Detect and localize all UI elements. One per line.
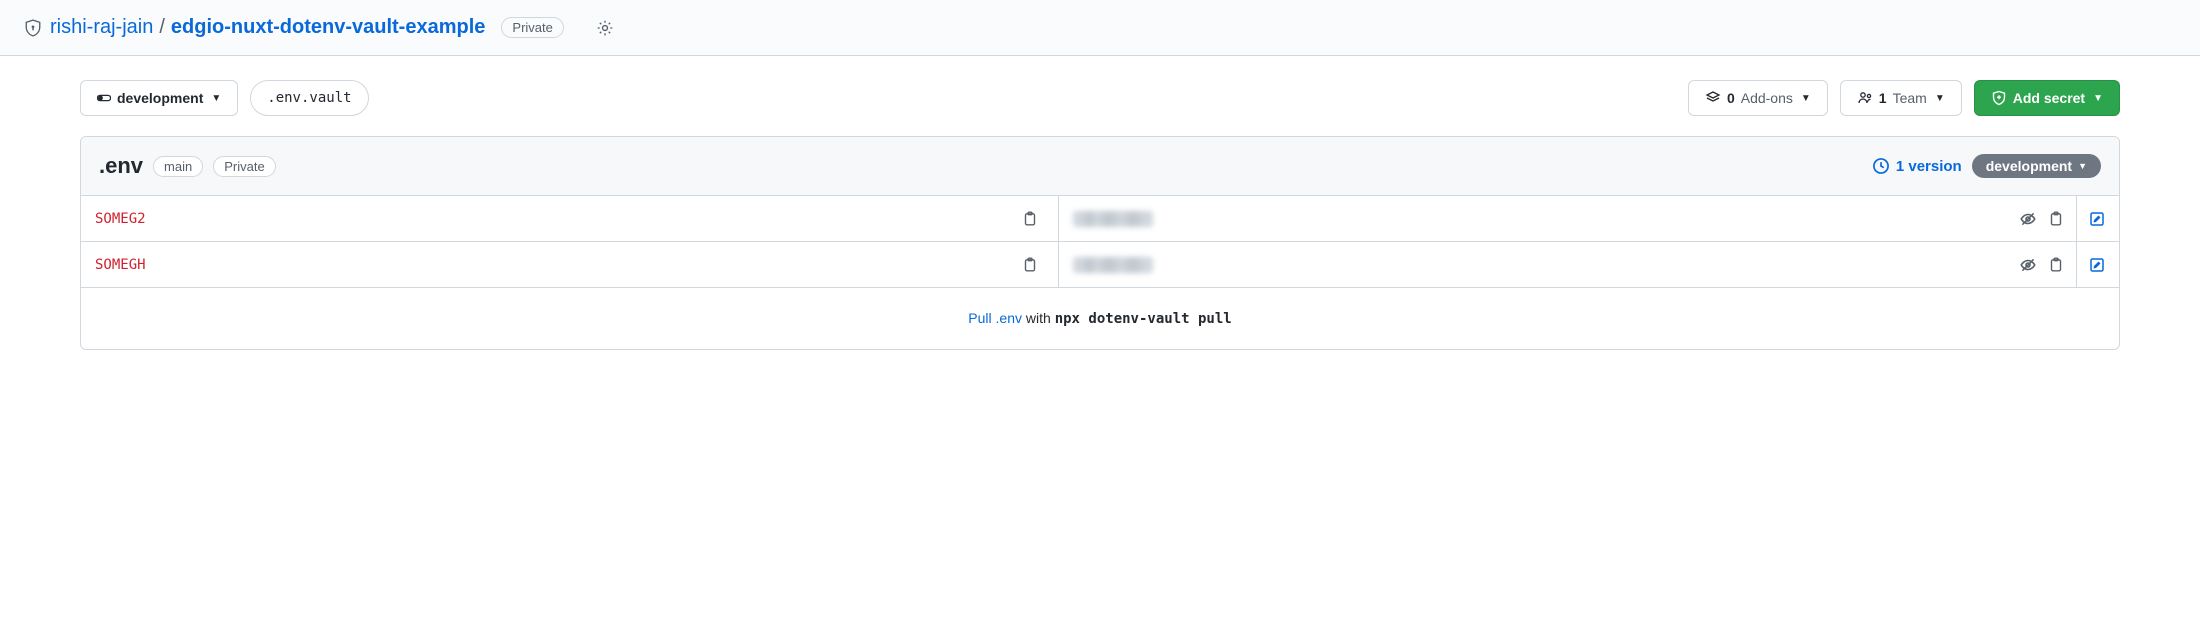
team-dropdown[interactable]: 1 Team ▼ [1840, 80, 1962, 116]
eye-off-icon [2019, 256, 2037, 274]
breadcrumb: rishi-raj-jain / edgio-nuxt-dotenv-vault… [50, 16, 485, 39]
shield-lock-icon [24, 18, 42, 38]
settings-button[interactable] [596, 19, 614, 37]
branch-pill: main [153, 156, 203, 177]
secret-key: SOMEGH [95, 257, 1016, 273]
toggle-visibility-button[interactable] [2014, 205, 2042, 233]
visibility-badge: Private [501, 17, 563, 38]
secret-value-hidden [1073, 211, 1153, 227]
environment-chip[interactable]: development ▼ [1972, 154, 2101, 178]
breadcrumb-separator: / [159, 16, 165, 39]
environment-dropdown[interactable]: development ▼ [80, 80, 238, 116]
repo-link[interactable]: edgio-nuxt-dotenv-vault-example [171, 16, 485, 39]
edit-icon [2089, 211, 2105, 227]
toggle-visibility-button[interactable] [2014, 251, 2042, 279]
chevron-down-icon: ▼ [2078, 161, 2087, 171]
pull-command: npx dotenv-vault pull [1055, 311, 1232, 327]
copy-value-button[interactable] [2042, 251, 2070, 279]
chevron-down-icon: ▼ [2093, 93, 2103, 104]
clipboard-icon [2048, 257, 2064, 273]
secret-row: SOMEGH [81, 242, 2119, 288]
shield-plus-icon [1991, 90, 2007, 106]
versions-link[interactable]: 1 version [1872, 157, 1962, 175]
clipboard-icon [1022, 257, 1038, 273]
secret-value-hidden [1073, 257, 1153, 273]
clipboard-icon [1022, 211, 1038, 227]
edit-button[interactable] [2076, 242, 2105, 287]
copy-key-button[interactable] [1016, 251, 1044, 279]
clipboard-icon [2048, 211, 2064, 227]
owner-link[interactable]: rishi-raj-jain [50, 16, 153, 39]
layers-icon [1705, 90, 1721, 106]
people-icon [1857, 90, 1873, 106]
gear-icon [596, 19, 614, 37]
chevron-down-icon: ▼ [1935, 93, 1945, 104]
edit-button[interactable] [2076, 196, 2105, 241]
clock-icon [1872, 157, 1890, 175]
copy-value-button[interactable] [2042, 205, 2070, 233]
toggle-icon [97, 93, 111, 103]
addons-dropdown[interactable]: 0 Add-ons ▼ [1688, 80, 1828, 116]
pull-env-link[interactable]: Pull .env [968, 310, 1022, 326]
visibility-pill: Private [213, 156, 275, 177]
secret-key: SOMEG2 [95, 211, 1016, 227]
edit-icon [2089, 257, 2105, 273]
pull-instruction: Pull .env with npx dotenv-vault pull [81, 288, 2119, 349]
add-secret-button[interactable]: Add secret ▼ [1974, 80, 2120, 116]
copy-key-button[interactable] [1016, 205, 1044, 233]
eye-off-icon [2019, 210, 2037, 228]
chevron-down-icon: ▼ [211, 93, 221, 104]
env-title: .env [99, 153, 143, 179]
secret-row: SOMEG2 [81, 196, 2119, 242]
chevron-down-icon: ▼ [1801, 93, 1811, 104]
env-file-button[interactable]: .env.vault [250, 80, 368, 116]
